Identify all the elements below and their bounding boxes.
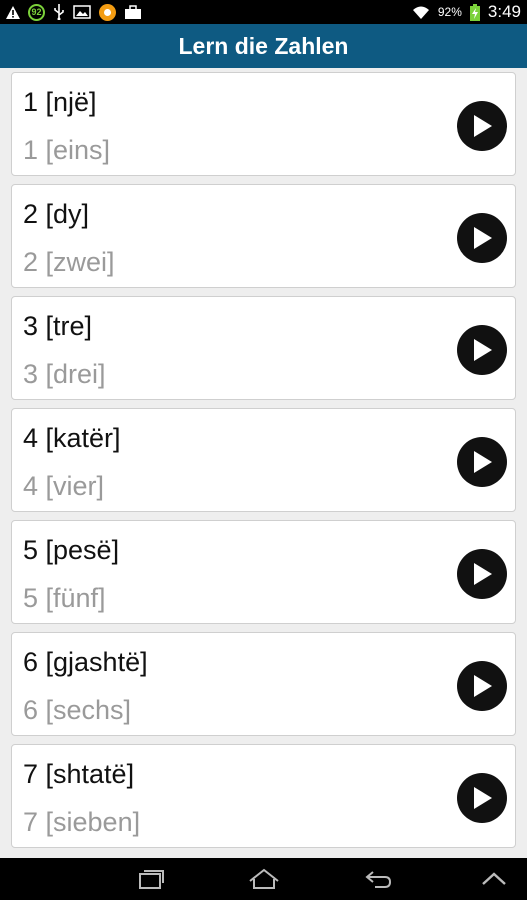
status-bar: 92 92% 3:49 [0, 0, 527, 24]
usb-icon [53, 4, 65, 20]
play-button[interactable] [457, 549, 507, 599]
recent-apps-icon [139, 870, 164, 889]
page-title: Lern die Zahlen [178, 32, 349, 59]
item-albanian-text: 7 [shtatë] [23, 759, 135, 789]
warning-icon [6, 5, 20, 19]
clock-time: 3:49 [487, 2, 521, 21]
item-german-text: 1 [eins] [23, 135, 111, 165]
list-item[interactable]: 4 [katër] 4 [vier] [11, 408, 516, 512]
list-item[interactable]: 2 [dy] 2 [zwei] [11, 184, 516, 288]
app-icon [99, 3, 116, 21]
title-bar: Lern die Zahlen [0, 24, 527, 68]
play-button[interactable] [457, 773, 507, 823]
recent-apps-button[interactable] [120, 858, 180, 900]
item-albanian-text: 4 [katër] [23, 423, 121, 453]
play-icon [474, 563, 492, 585]
home-button[interactable] [234, 858, 294, 900]
numbers-list[interactable]: 1 [një] 1 [eins] 2 [dy] 2 [zwei] 3 [tre]… [0, 68, 527, 858]
item-german-text: 2 [zwei] [23, 247, 115, 277]
back-button[interactable] [348, 858, 408, 900]
list-item[interactable]: 3 [tre] 3 [drei] [11, 296, 516, 400]
item-albanian-text: 1 [një] [23, 87, 97, 117]
item-albanian-text: 5 [pesë] [23, 535, 120, 565]
navigation-bar [0, 858, 527, 900]
play-icon [474, 787, 492, 809]
status-bar-left: 92 [6, 3, 142, 21]
item-german-text: 7 [sieben] [23, 807, 141, 837]
list-item[interactable]: 7 [shtatë] 7 [sieben] [11, 744, 516, 848]
collapse-button[interactable] [466, 858, 522, 900]
play-icon [474, 227, 492, 249]
play-button[interactable] [457, 325, 507, 375]
play-icon [474, 675, 492, 697]
notification-badge-icon: 92 [28, 3, 45, 21]
play-button[interactable] [457, 437, 507, 487]
back-icon [365, 871, 392, 888]
item-german-text: 6 [sechs] [23, 695, 132, 725]
list-item[interactable]: 5 [pesë] 5 [fünf] [11, 520, 516, 624]
item-german-text: 4 [vier] [23, 471, 105, 501]
image-icon [73, 5, 91, 19]
play-icon [474, 115, 492, 137]
battery-charging-icon [469, 3, 480, 21]
play-button[interactable] [457, 101, 507, 151]
briefcase-icon [124, 4, 142, 20]
play-icon [474, 339, 492, 361]
item-german-text: 3 [drei] [23, 359, 106, 389]
status-bar-right: 92% 3:49 [412, 2, 521, 22]
item-albanian-text: 2 [dy] [23, 199, 90, 229]
battery-percent: 92% [437, 5, 462, 19]
play-button[interactable] [457, 661, 507, 711]
collapse-icon [482, 872, 506, 885]
list-item[interactable]: 6 [gjashtë] 6 [sechs] [11, 632, 516, 736]
play-icon [474, 451, 492, 473]
wifi-icon [412, 5, 430, 20]
home-icon [249, 868, 279, 889]
item-albanian-text: 6 [gjashtë] [23, 647, 148, 677]
item-german-text: 5 [fünf] [23, 583, 106, 613]
play-button[interactable] [457, 213, 507, 263]
item-albanian-text: 3 [tre] [23, 311, 93, 341]
list-item[interactable]: 1 [një] 1 [eins] [11, 72, 516, 176]
